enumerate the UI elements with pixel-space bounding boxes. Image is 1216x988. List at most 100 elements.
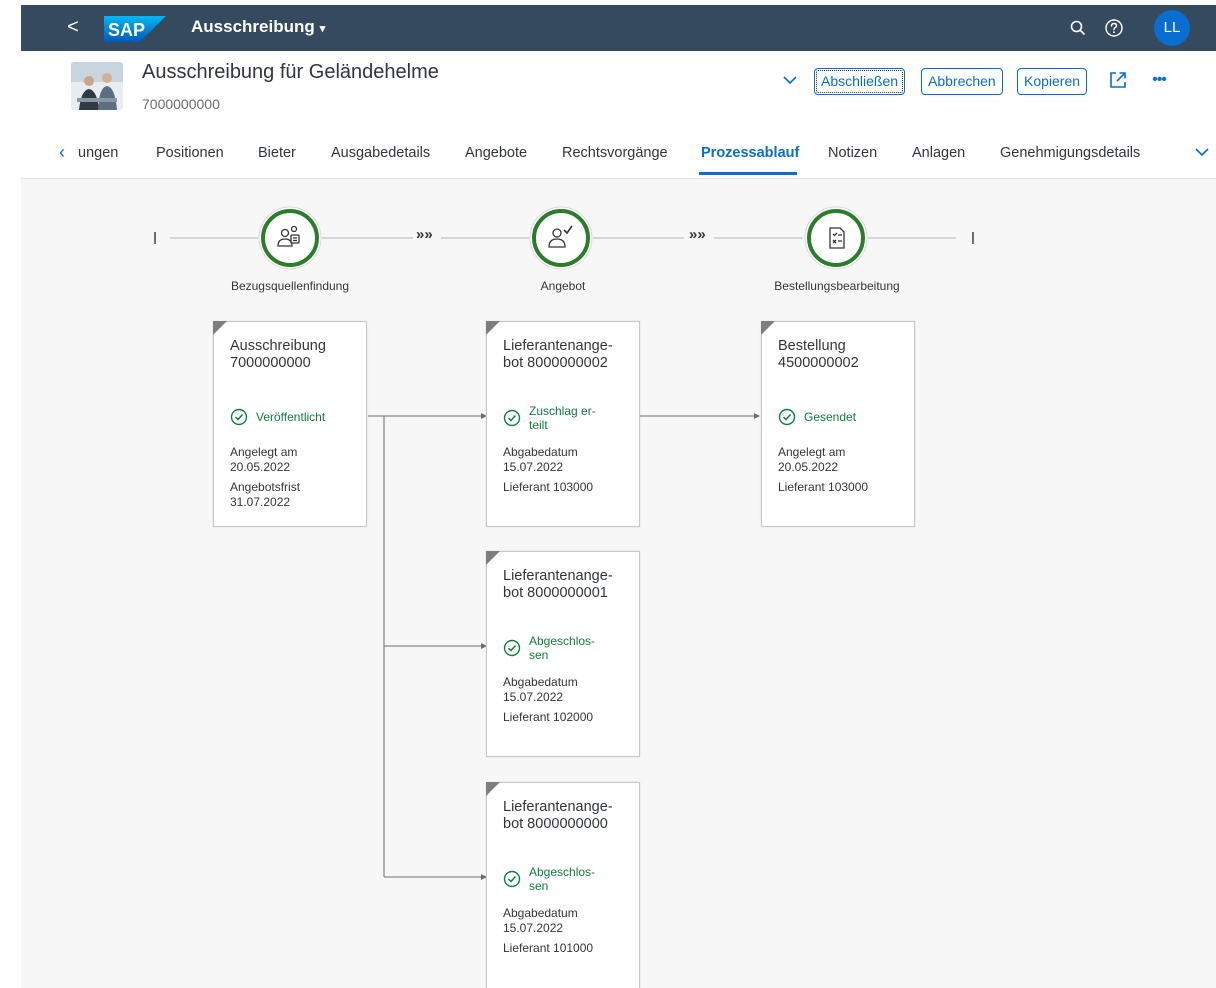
node-title-line: bot 8000000000 <box>503 816 608 832</box>
user-avatar[interactable]: LL <box>1154 10 1190 46</box>
tab-overflow-partial[interactable]: ungen <box>78 145 118 161</box>
active-tab-indicator <box>699 172 797 175</box>
node-status-line: Abgeschlos- <box>529 865 596 879</box>
process-node-ausschreibung[interactable]: Ausschreibung 7000000000 Veröffentlicht … <box>213 321 367 527</box>
copy-button[interactable]: Kopieren <box>1017 68 1088 95</box>
node-title: Lieferantenange- bot 8000000002 <box>503 338 613 372</box>
node-status-text: Abgeschlos- sen <box>529 865 629 893</box>
object-image <box>71 62 123 110</box>
node-status-line: sen <box>529 879 549 893</box>
caret-down-icon: ▾ <box>319 23 326 35</box>
stage-label-angebot: Angebot <box>540 279 586 293</box>
app-title: Ausschreibung <box>191 17 315 36</box>
object-number: 7000000000 <box>142 96 220 112</box>
node-details: Abgabedatum 15.07.2022 Lieferant 102000 <box>503 675 633 725</box>
status-check-icon <box>230 408 248 426</box>
tab-anlagen[interactable]: Anlagen <box>912 145 965 161</box>
node-detail-line: Angelegt am <box>230 445 298 459</box>
node-detail-line: Abgabedatum <box>503 445 578 459</box>
tab-rechtsvorgaenge[interactable]: Rechtsvorgänge <box>562 145 668 161</box>
tab-genehmigungsdetails[interactable]: Genehmigungsdetails <box>1000 145 1140 161</box>
node-detail-line: Abgabedatum <box>503 675 578 689</box>
node-title: Lieferantenange- bot 8000000000 <box>503 799 613 833</box>
cancel-button[interactable]: Abbrechen <box>921 68 1003 95</box>
node-fold-corner <box>486 782 500 796</box>
process-node-angebot-8000000000[interactable]: Lieferantenange- bot 8000000000 Abgeschl… <box>486 782 640 988</box>
help-icon[interactable] <box>1102 16 1126 40</box>
node-details: Abgabedatum 15.07.2022 Lieferant 103000 <box>503 445 633 495</box>
node-detail-line: Lieferant 101000 <box>503 941 594 955</box>
sap-logo[interactable]: SAP <box>104 16 166 42</box>
node-title-line: Bestellung <box>778 338 846 354</box>
node-title-line: Ausschreibung <box>230 338 326 354</box>
stage-label-bezugsquellenfindung: Bezugsquellenfindung <box>230 279 350 293</box>
node-details: Angelegt am 20.05.2022 Angebotsfrist 31.… <box>230 445 360 510</box>
node-detail-line: Angebotsfrist <box>230 480 301 494</box>
node-title: Bestellung 4500000002 <box>778 338 859 372</box>
process-node-bestellung[interactable]: Bestellung 4500000002 Gesendet Angelegt … <box>761 321 915 527</box>
node-fold-corner <box>486 551 500 565</box>
tab-bieter[interactable]: Bieter <box>258 145 296 161</box>
app-title-menu[interactable]: Ausschreibung ▾ <box>191 17 325 37</box>
process-flow: »» »» Bezugsquellenfindung Angebot Beste… <box>21 179 1216 988</box>
stage-connector-chevrons: »» <box>689 226 706 243</box>
more-actions-icon[interactable]: ••• <box>1148 69 1170 91</box>
status-check-icon <box>503 409 521 427</box>
connector-arrow <box>754 413 760 419</box>
node-detail-line: Angelegt am <box>778 445 846 459</box>
node-detail-line: 15.07.2022 <box>503 690 564 704</box>
finish-button[interactable]: Abschließen <box>814 68 906 95</box>
node-status-text: Zuschlag er- teilt <box>529 404 629 432</box>
stage-connector-chevrons: »» <box>416 226 433 243</box>
node-status-line: Abgeschlos- <box>529 634 596 648</box>
node-status-line: sen <box>529 648 549 662</box>
node-detail-line: 15.07.2022 <box>503 460 564 474</box>
node-status-line: Zuschlag er- <box>529 404 596 418</box>
node-title-line: bot 8000000001 <box>503 585 608 601</box>
process-node-angebot-8000000001[interactable]: Lieferantenange- bot 8000000001 Abgeschl… <box>486 551 640 757</box>
share-icon[interactable] <box>1107 69 1129 91</box>
stage-label-bestellungsbearbeitung: Bestellungsbearbeitung <box>774 279 900 293</box>
node-status-text: Veröffentlicht <box>256 410 326 424</box>
node-title-line: Lieferantenange- <box>503 799 613 815</box>
node-title: Lieferantenange- bot 8000000001 <box>503 568 613 602</box>
node-title-line: bot 8000000002 <box>503 355 608 371</box>
shell-bar: < SAP Ausschreibung ▾ LL <box>21 5 1216 51</box>
process-node-angebot-8000000002[interactable]: Lieferantenange- bot 8000000002 Zuschlag… <box>486 321 640 527</box>
stage-circle-bestellungsbearbeitung <box>804 206 868 270</box>
node-fold-corner <box>761 321 775 335</box>
object-title: Ausschreibung für Geländehelme <box>142 61 439 83</box>
node-details: Abgabedatum 15.07.2022 Lieferant 101000 <box>503 906 633 956</box>
node-detail-line: 15.07.2022 <box>503 921 564 935</box>
node-title-line: 4500000002 <box>778 355 859 371</box>
status-check-icon <box>778 408 796 426</box>
tab-prozessablauf[interactable]: Prozessablauf <box>701 145 799 161</box>
node-status-text: Gesendet <box>804 410 857 424</box>
node-details: Angelegt am 20.05.2022 Lieferant 103000 <box>778 445 908 495</box>
node-title-line: Lieferantenange- <box>503 338 613 354</box>
tab-notizen[interactable]: Notizen <box>828 145 877 161</box>
status-check-icon <box>503 870 521 888</box>
node-fold-corner <box>486 321 500 335</box>
node-detail-line: 20.05.2022 <box>230 460 291 474</box>
chevron-down-icon[interactable] <box>778 68 802 92</box>
tab-scroll-left-icon[interactable]: ‹ <box>59 142 65 163</box>
node-detail-line: 20.05.2022 <box>778 460 839 474</box>
tab-bar: ‹ ungen Positionen Bieter Ausgabedetails… <box>21 128 1216 178</box>
tab-ausgabedetails[interactable]: Ausgabedetails <box>331 145 430 161</box>
stage-circle-angebot <box>529 206 593 270</box>
node-detail-line: Lieferant 102000 <box>503 710 594 724</box>
node-title-line: 7000000000 <box>230 355 311 371</box>
tab-overflow-chevron-icon[interactable] <box>1191 142 1213 162</box>
node-title-line: Lieferantenange- <box>503 568 613 584</box>
search-icon[interactable] <box>1066 16 1090 40</box>
tab-angebote[interactable]: Angebote <box>465 145 527 161</box>
sap-logo-text: SAP <box>108 20 145 40</box>
node-title: Ausschreibung 7000000000 <box>230 338 326 372</box>
node-fold-corner <box>213 321 227 335</box>
tab-positionen[interactable]: Positionen <box>156 145 224 161</box>
node-detail-line: 31.07.2022 <box>230 495 291 509</box>
node-status-text: Abgeschlos- sen <box>529 634 629 662</box>
node-detail-line: Abgabedatum <box>503 906 578 920</box>
back-icon[interactable]: < <box>61 15 85 39</box>
